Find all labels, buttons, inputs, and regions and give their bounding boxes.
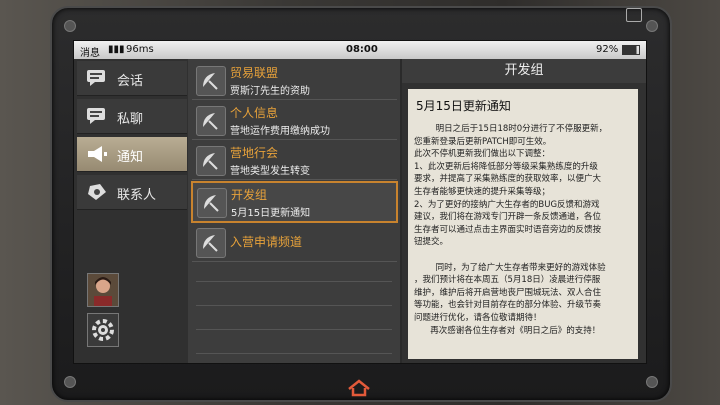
- nav-label: 通知: [117, 150, 144, 165]
- satellite-dish-icon: [196, 228, 226, 258]
- detail-header: 开发组: [402, 59, 646, 83]
- phone-screen: 消息 ▮▮▮ 96ms 08:00 92% 会话 私聊 通知 联系人 贸易联盟 …: [73, 40, 647, 364]
- private-chat-icon: [87, 108, 105, 124]
- frame-bolt: [64, 376, 76, 388]
- avatar[interactable]: [87, 273, 119, 307]
- satellite-dish-icon: [196, 106, 226, 136]
- message-detail-panel: 开发组 5月15日更新通知 明日之后于15日18时0分进行了不停服更新， 您重新…: [402, 59, 646, 363]
- satellite-dish-icon: [196, 146, 226, 176]
- battery-icon: [622, 45, 640, 55]
- chat-icon: [87, 70, 105, 86]
- nav-item-contacts[interactable]: 联系人: [77, 175, 187, 210]
- channel-item-guild[interactable]: 营地行会 营地类型发生转变: [192, 141, 397, 180]
- share-icon[interactable]: [626, 8, 642, 22]
- nav-label: 私聊: [117, 112, 144, 127]
- channel-title: 开发组: [231, 188, 268, 202]
- channel-item-personal[interactable]: 个人信息 营地运作费用缴纳成功: [192, 101, 397, 140]
- channel-title: 入营申请频道: [230, 235, 303, 249]
- avatar-portrait-icon: [88, 274, 118, 306]
- channel-list: 贸易联盟 贾斯汀先生的资助 个人信息 营地运作费用缴纳成功 营地行会 营地类型发…: [188, 59, 400, 363]
- carrier-label: 消息: [80, 48, 100, 59]
- satellite-dish-icon: [197, 188, 227, 218]
- notice-body: 明日之后于15日18时0分进行了不停服更新， 您重新登录后更新PATCH即可生效…: [414, 124, 608, 336]
- channel-title: 贸易联盟: [230, 66, 279, 80]
- channel-title: 个人信息: [230, 106, 279, 120]
- nav-item-private-chat[interactable]: 私聊: [77, 99, 187, 134]
- nav-label: 联系人: [117, 188, 157, 203]
- battery-label: 92%: [596, 44, 619, 55]
- notice-card[interactable]: 5月15日更新通知 明日之后于15日18时0分进行了不停服更新， 您重新登录后更…: [408, 89, 638, 359]
- gear-icon: [92, 319, 114, 341]
- channel-preview: 贾斯汀先生的资助: [230, 86, 310, 97]
- contacts-icon: [88, 184, 106, 200]
- nav-item-notifications[interactable]: 通知: [77, 137, 187, 172]
- clock: 08:00: [346, 44, 378, 55]
- channel-preview: 营地类型发生转变: [230, 166, 310, 177]
- latency-label: 96ms: [126, 44, 154, 55]
- status-bar: 消息 ▮▮▮ 96ms 08:00 92%: [74, 41, 646, 59]
- channel-title: 营地行会: [230, 146, 279, 160]
- nav-sidebar: 会话 私聊 通知 联系人: [74, 59, 188, 363]
- satellite-dish-icon: [196, 66, 226, 96]
- frame-bolt: [646, 376, 658, 388]
- nav-item-sessions[interactable]: 会话: [77, 61, 187, 96]
- channel-item-applications[interactable]: 入营申请频道: [192, 223, 397, 262]
- channel-preview: 营地运作费用缴纳成功: [230, 126, 330, 137]
- settings-button[interactable]: [87, 313, 119, 347]
- channel-item-trade[interactable]: 贸易联盟 贾斯汀先生的资助: [192, 61, 397, 100]
- frame-bolt: [646, 20, 658, 32]
- notice-title: 5月15日更新通知: [416, 99, 511, 113]
- frame-bolt: [64, 20, 76, 32]
- channel-preview: 5月15日更新通知: [231, 208, 311, 219]
- signal-icon: ▮▮▮: [108, 44, 125, 55]
- channel-item-dev-team[interactable]: 开发组 5月15日更新通知: [191, 181, 398, 223]
- nav-label: 会话: [117, 74, 144, 89]
- home-icon[interactable]: [346, 378, 372, 398]
- megaphone-icon: [88, 146, 107, 162]
